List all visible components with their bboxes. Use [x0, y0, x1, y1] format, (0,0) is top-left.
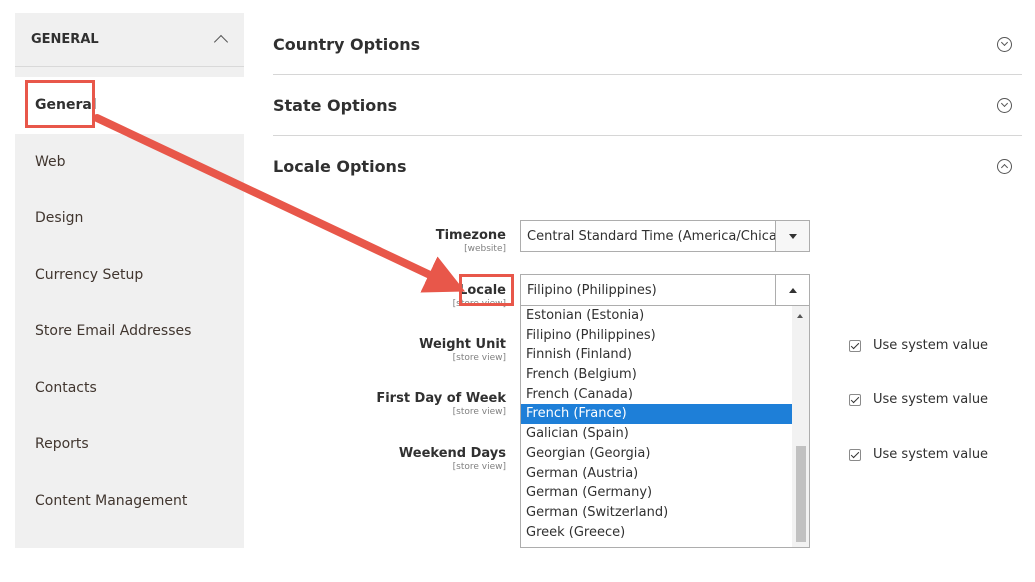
dropdown-option[interactable]: Greek (Greece): [521, 523, 809, 543]
weight-unit-use-system[interactable]: Use system value: [849, 338, 988, 353]
sidebar-item-label: Contacts: [35, 379, 97, 396]
checkbox[interactable]: [849, 448, 861, 461]
sidebar-item-content-management[interactable]: Content Management: [15, 473, 244, 530]
locale-select[interactable]: Filipino (Philippines): [520, 274, 810, 306]
timezone-select[interactable]: Central Standard Time (America/Chica: [520, 220, 810, 252]
sidebar-item-label: General: [35, 97, 97, 114]
dropdown-option[interactable]: German (Switzerland): [521, 503, 809, 523]
expand-circle-icon: [997, 36, 1012, 52]
collapse-circle-icon: [997, 159, 1012, 174]
weight-unit-label: Weight Unit [store view]: [419, 337, 506, 363]
timezone-value: Central Standard Time (America/Chica: [527, 228, 775, 244]
sidebar-item-contacts[interactable]: Contacts: [15, 360, 244, 417]
sidebar-item-reports[interactable]: Reports: [15, 416, 244, 473]
sidebar-group-general[interactable]: GENERAL: [15, 13, 244, 67]
chevron-up-icon: [213, 34, 229, 50]
triangle-up-icon: [788, 287, 797, 293]
sidebar-item-general[interactable]: General: [15, 77, 244, 134]
checkbox[interactable]: [849, 339, 861, 352]
dropdown-option[interactable]: Finnish (Finland): [521, 345, 809, 365]
weekend-days-label: Weekend Days [store view]: [398, 446, 506, 472]
expand-circle-icon: [997, 97, 1012, 113]
section-country-options[interactable]: Country Options: [273, 14, 1022, 75]
weekend-days-use-system[interactable]: Use system value: [849, 447, 988, 462]
scroll-up-arrow-icon[interactable]: [797, 314, 803, 318]
section-locale-options[interactable]: Locale Options: [273, 136, 1022, 197]
sidebar-group-title: GENERAL: [31, 32, 99, 47]
first-day-label: First Day of Week [store view]: [376, 391, 506, 417]
dropdown-option[interactable]: Georgian (Georgia): [521, 444, 809, 464]
triangle-down-icon: [788, 233, 797, 239]
dropdown-option[interactable]: Filipino (Philippines): [521, 326, 809, 346]
dropdown-option[interactable]: French (Belgium): [521, 365, 809, 385]
sidebar-item-label: Currency Setup: [35, 266, 144, 283]
section-title: Country Options: [273, 34, 421, 54]
dropdown-arrow[interactable]: [775, 275, 809, 305]
config-sidebar: GENERAL General Web Design Currency Setu…: [15, 13, 244, 548]
dropdown-option-highlighted[interactable]: French (France): [521, 404, 809, 425]
scroll-thumb[interactable]: [796, 446, 806, 542]
dropdown-option[interactable]: Estonian (Estonia): [521, 306, 809, 326]
sidebar-item-label: Store Email Addresses: [35, 323, 192, 340]
dropdown-option[interactable]: German (Austria): [521, 464, 809, 484]
sidebar-item-web[interactable]: Web: [15, 134, 244, 191]
locale-label: Locale [store view]: [452, 283, 506, 309]
sidebar-item-label: Content Management: [35, 492, 188, 509]
sidebar-item-label: Web: [35, 153, 66, 170]
sidebar-item-currency-setup[interactable]: Currency Setup: [15, 247, 244, 304]
locale-dropdown-list[interactable]: Estonian (Estonia) Filipino (Philippines…: [520, 306, 810, 548]
dropdown-arrow[interactable]: [775, 221, 809, 251]
sidebar-item-label: Reports: [35, 436, 89, 453]
locale-value: Filipino (Philippines): [527, 282, 657, 298]
sidebar-item-design[interactable]: Design: [15, 190, 244, 247]
sidebar-item-label: Design: [35, 210, 84, 227]
timezone-label: Timezone [website]: [435, 228, 506, 254]
dropdown-option[interactable]: French (Canada): [521, 385, 809, 405]
section-title: Locale Options: [273, 157, 407, 176]
first-day-use-system[interactable]: Use system value: [849, 392, 988, 407]
sidebar-item-store-email-addresses[interactable]: Store Email Addresses: [15, 303, 244, 360]
dropdown-option[interactable]: Galician (Spain): [521, 424, 809, 444]
section-state-options[interactable]: State Options: [273, 75, 1022, 136]
dropdown-option[interactable]: German (Germany): [521, 483, 809, 503]
dropdown-scrollbar[interactable]: [792, 306, 809, 547]
checkbox[interactable]: [849, 393, 861, 406]
section-title: State Options: [273, 95, 398, 115]
